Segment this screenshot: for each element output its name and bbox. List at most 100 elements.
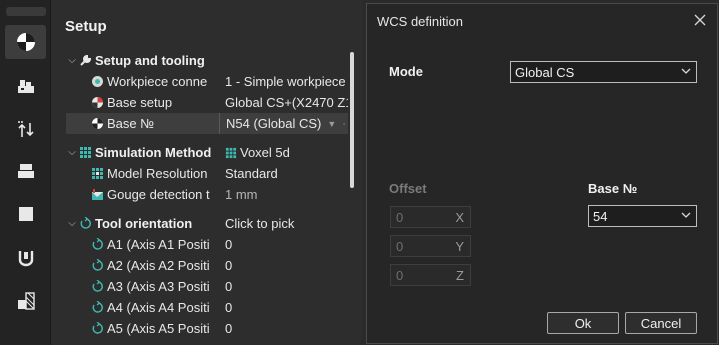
base-number-label: Base № [588, 181, 638, 196]
chevron-down-icon[interactable]: ⌵ [66, 55, 78, 66]
wcs-definition-dialog: WCS definition Mode Global CS Offset Bas… [366, 3, 718, 344]
chevron-down-icon [681, 212, 691, 218]
base-setup-icon [90, 96, 104, 110]
tree-item-base-setup[interactable]: Base setup Global CS+(X2470 Z1 [66, 92, 348, 113]
tree-value: 1 mm [225, 187, 258, 202]
axis-z-label: Z [456, 268, 464, 283]
move-icon [17, 121, 34, 137]
base-number-value: 54 [593, 208, 608, 224]
tree-value: 0 [225, 321, 233, 336]
close-icon[interactable] [693, 13, 707, 27]
rotate-icon [90, 238, 104, 252]
tree-value: Standard [225, 166, 278, 181]
dialog-title: WCS definition [377, 14, 463, 29]
chevron-down-icon [681, 68, 691, 74]
workpiece-icon [90, 75, 104, 89]
chevron-down-icon[interactable]: ⌵ [66, 218, 78, 229]
ok-button[interactable]: Ok [547, 312, 619, 334]
tree-group-simulation-method[interactable]: ⌵ Simulation Method Voxel 5d [66, 142, 348, 163]
voxel-icon [225, 147, 237, 158]
tree-item-gouge-detection[interactable]: Gouge detection t 1 mm [66, 184, 348, 205]
tree-label: A4 (Axis A4 Positi [107, 300, 210, 315]
tree-value[interactable]: Click to pick [225, 216, 348, 231]
grid-icon [78, 146, 92, 160]
tree-item-axis-a5[interactable]: A5 (Axis A5 Positi 0 [66, 318, 348, 339]
tree-item-axis-a4[interactable]: A4 (Axis A4 Positi 0 [66, 297, 348, 318]
tree-label: A1 (Axis A1 Positi [107, 237, 210, 252]
fixture-toolbar-button[interactable] [5, 70, 46, 104]
base-number-icon [90, 117, 104, 131]
tree-value-container: Voxel 5d [225, 145, 348, 160]
tree-item-workpiece[interactable]: Workpiece conne 1 - Simple workpiece [66, 71, 348, 92]
tree-group-setup-and-tooling[interactable]: ⌵ Setup and tooling [66, 50, 348, 71]
tree-item-axis-a2[interactable]: A2 (Axis A2 Positi 0 [66, 255, 348, 276]
clamp-toolbar-button[interactable] [5, 241, 46, 275]
offset-x-value: 0 [396, 210, 404, 225]
tree-value: 1 - Simple workpiece [225, 74, 346, 89]
tree-item-axis-a1[interactable]: A1 (Axis A1 Positi 0 [66, 234, 348, 255]
tree-label: A3 (Axis A3 Positi [107, 279, 210, 294]
axis-y-label: Y [455, 239, 464, 254]
tree-label: Model Resolution [107, 166, 208, 181]
dropdown-value: N54 (Global CS) [226, 116, 322, 131]
offset-z-field[interactable]: 0 Z [390, 264, 471, 286]
tree-item-model-resolution[interactable]: Model Resolution Standard [66, 163, 348, 184]
gouge-icon [90, 188, 104, 202]
tree-group-tool-orientation[interactable]: ⌵ Tool orientation Click to pick [66, 213, 348, 234]
rotate-icon [90, 259, 104, 273]
scrollbar[interactable] [350, 52, 354, 188]
wcs-toolbar-button[interactable] [5, 25, 46, 59]
wrench-icon [78, 54, 92, 68]
base-number-dropdown[interactable]: N54 (Global CS) ▼ ··· [219, 113, 348, 134]
clamp-icon [18, 251, 33, 267]
stock-icon [17, 164, 34, 178]
tree-label: A5 (Axis A5 Positi [107, 321, 210, 336]
rotate-icon [90, 322, 104, 336]
offset-y-field[interactable]: 0 Y [390, 235, 471, 257]
resolution-icon [90, 167, 104, 181]
tree-label: A2 (Axis A2 Positi [107, 258, 210, 273]
tree-item-base-number[interactable]: Base № N54 (Global CS) ▼ ··· [66, 113, 348, 134]
tree-value: Voxel 5d [240, 145, 290, 160]
base-number-select[interactable]: 54 [588, 205, 697, 227]
cancel-button[interactable]: Cancel [625, 312, 697, 334]
tree-label: Gouge detection t [107, 187, 210, 202]
mode-label: Mode [389, 64, 423, 79]
part-icon [18, 207, 33, 221]
part-toolbar-button[interactable] [5, 197, 46, 231]
left-toolbar [0, 0, 51, 345]
tree-value: 0 [225, 237, 233, 252]
tree-label: Simulation Method [95, 145, 212, 160]
tree-label: Setup and tooling [95, 53, 205, 68]
toolbar-handle [6, 7, 46, 16]
mode-value: Global CS [515, 64, 575, 80]
transform-toolbar-button[interactable] [5, 113, 46, 147]
axis-x-label: X [455, 210, 464, 225]
setup-panel: Setup ⌵ Setup and tooling Workpiece conn… [52, 0, 362, 345]
stock-toolbar-button[interactable] [5, 154, 46, 188]
tree-label: Base № [107, 116, 155, 131]
chevron-down-icon[interactable]: ▼ [327, 119, 336, 129]
offset-z-value: 0 [396, 268, 404, 283]
tree-label: Base setup [107, 95, 173, 110]
tree-label: Tool orientation [95, 216, 193, 231]
panel-title: Setup [65, 18, 107, 35]
wcs-icon [16, 33, 35, 51]
mode-select[interactable]: Global CS [510, 61, 697, 83]
rotate-icon [90, 301, 104, 315]
rotate-icon [90, 280, 104, 294]
material-toolbar-button[interactable] [5, 284, 46, 318]
tree-value: 0 [225, 258, 233, 273]
tree-value: 0 [225, 300, 233, 315]
chevron-down-icon[interactable]: ⌵ [66, 147, 78, 158]
offset-label: Offset [389, 181, 427, 196]
offset-y-value: 0 [396, 239, 404, 254]
rotate-icon [78, 217, 92, 231]
fixture-icon [17, 80, 34, 93]
tree-label: Workpiece conne [107, 74, 208, 89]
tree-item-axis-a3[interactable]: A3 (Axis A3 Positi 0 [66, 276, 348, 297]
offset-x-field[interactable]: 0 X [390, 206, 471, 228]
material-icon [17, 292, 35, 310]
tree-value: Global CS+(X2470 Z1 [225, 95, 348, 110]
more-options-icon[interactable]: ··· [342, 118, 348, 130]
